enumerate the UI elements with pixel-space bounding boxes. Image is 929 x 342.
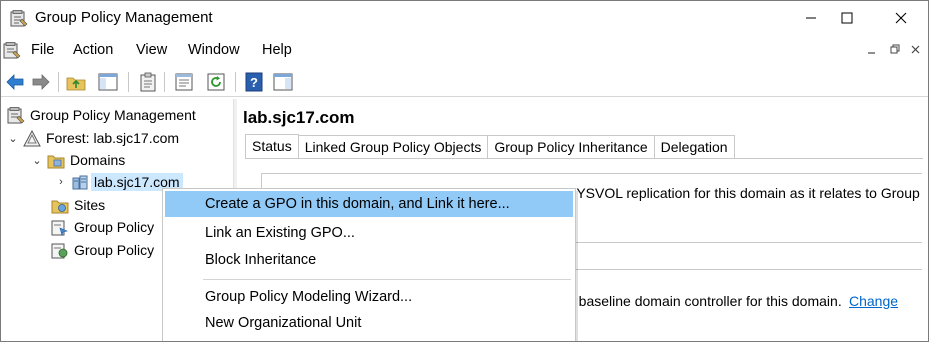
forward-arrow-icon[interactable]: [30, 71, 52, 93]
gpm-window: Group Policy Management File Action View…: [0, 0, 929, 342]
chevron-down-icon[interactable]: ⌄: [31, 154, 43, 167]
menu-file[interactable]: File: [31, 42, 54, 58]
maximize-button[interactable]: [824, 1, 870, 35]
details-header: lab.sjc17.com: [243, 108, 355, 127]
show-hide-tree-icon[interactable]: [97, 71, 119, 93]
close-icon: [895, 12, 907, 24]
title-bar: Group Policy Management: [1, 1, 928, 35]
status-info-text: SYSVOL replication for this domain as it…: [567, 185, 920, 201]
tree-label: Sites: [74, 197, 106, 213]
tree-node-gpm-root[interactable]: Group Policy Management: [7, 105, 196, 125]
tab-delegation[interactable]: Delegation: [653, 135, 735, 159]
properties-icon[interactable]: [173, 71, 195, 93]
ctx-item-block-inheritance[interactable]: Block Inheritance: [165, 247, 573, 273]
close-button[interactable]: [878, 1, 924, 35]
domain-icon: [72, 175, 88, 189]
refresh-icon[interactable]: [205, 71, 227, 93]
change-dc-link[interactable]: Change: [849, 293, 898, 309]
ctx-item-link-existing-gpo[interactable]: Link an Existing GPO...: [165, 220, 573, 246]
minimize-icon: [806, 17, 816, 19]
toolbar-separator: [235, 72, 236, 92]
app-icon: [10, 10, 28, 27]
chevron-right-icon[interactable]: ›: [55, 176, 67, 188]
close-icon: [911, 45, 920, 54]
forest-icon: [23, 129, 41, 146]
gpm-icon: [7, 106, 25, 123]
ctx-item-create-gpo[interactable]: Create a GPO in this domain, and Link it…: [165, 191, 573, 217]
tree-node-sites[interactable]: Sites: [51, 195, 105, 215]
tab-gp-inheritance[interactable]: Group Policy Inheritance: [487, 135, 655, 159]
baseline-dc-text: e baseline domain controller for this do…: [567, 293, 842, 309]
mdi-minimize-button[interactable]: [862, 43, 882, 61]
toolbar: ?: [1, 65, 928, 97]
ctx-item-new-ou[interactable]: New Organizational Unit: [165, 310, 573, 336]
menu-help[interactable]: Help: [262, 42, 292, 58]
gp-modeling-icon: [51, 220, 68, 236]
chevron-down-icon[interactable]: ⌄: [7, 132, 19, 145]
tree-node-domains[interactable]: ⌄ Domains: [31, 150, 125, 170]
tab-strip: Status Linked Group Policy Objects Group…: [245, 134, 735, 159]
toolbar-separator: [128, 72, 129, 92]
tree-node-gp-results[interactable]: Group Policy: [51, 240, 154, 260]
tree-node-forest[interactable]: ⌄ Forest: lab.sjc17.com: [7, 128, 179, 148]
tab-linked-gpos[interactable]: Linked Group Policy Objects: [297, 135, 489, 159]
domains-folder-icon: [47, 155, 65, 168]
mdi-close-button[interactable]: [906, 43, 926, 61]
system-menu-icon[interactable]: [3, 41, 21, 59]
minimize-icon: [868, 52, 875, 54]
menu-bar: File Action View Window Help: [1, 37, 928, 63]
sites-folder-icon: [51, 200, 69, 213]
tree-label: Group Policy: [74, 242, 155, 258]
menu-view[interactable]: View: [136, 42, 167, 58]
menu-window[interactable]: Window: [188, 42, 240, 58]
restore-icon: [890, 44, 899, 54]
context-menu: Create a GPO in this domain, and Link it…: [162, 188, 576, 341]
show-hide-action-pane-icon[interactable]: [272, 71, 294, 93]
toolbar-separator: [58, 72, 59, 92]
help-icon[interactable]: ?: [243, 71, 265, 93]
tree-label: Group Policy Management: [30, 107, 196, 123]
tree-node-gp-modeling[interactable]: Group Policy: [51, 217, 154, 237]
mdi-restore-button[interactable]: [885, 43, 905, 61]
window-title: Group Policy Management: [35, 9, 213, 26]
tree-label: Domains: [70, 152, 126, 168]
toolbar-separator: [164, 72, 165, 92]
tree-label: Group Policy: [74, 219, 155, 235]
ctx-item-gp-modeling-wizard[interactable]: Group Policy Modeling Wizard...: [165, 284, 573, 310]
up-folder-icon[interactable]: [65, 71, 87, 93]
menu-separator: [203, 279, 571, 280]
tab-status[interactable]: Status: [245, 134, 299, 159]
clipboard-icon[interactable]: [137, 71, 159, 93]
svg-text:?: ?: [250, 75, 258, 90]
tree-label: Forest: lab.sjc17.com: [46, 130, 180, 146]
back-arrow-icon[interactable]: [4, 71, 26, 93]
gp-results-icon: [51, 243, 68, 258]
menu-action[interactable]: Action: [73, 42, 113, 58]
maximize-icon: [841, 12, 853, 24]
